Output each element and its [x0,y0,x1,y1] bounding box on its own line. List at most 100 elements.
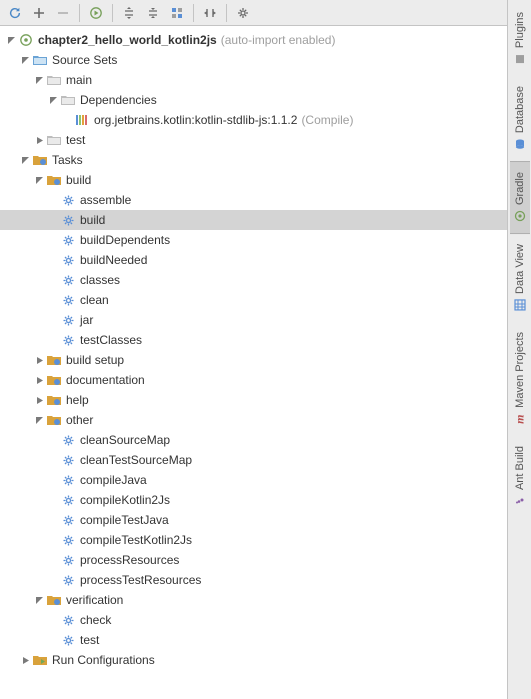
task-label: processTestResources [80,570,201,590]
node-label: Tasks [52,150,83,170]
dependency-scope: (Compile) [301,110,353,130]
disclosure-triangle-icon[interactable] [18,150,32,170]
task-item[interactable]: processTestResources [0,570,507,590]
task-item[interactable]: compileTestKotlin2Js [0,530,507,550]
disclosure-triangle-icon[interactable] [18,50,32,70]
disclosure-triangle-icon[interactable] [32,370,46,390]
node-label: main [66,70,92,90]
toggle-offline-button[interactable] [199,2,221,24]
gear-icon [60,512,76,528]
task-label: classes [80,270,120,290]
project-root-node[interactable]: chapter2_hello_world_kotlin2js (auto-imp… [0,30,507,50]
gear-icon [60,232,76,248]
disclosure-triangle-icon[interactable] [32,70,46,90]
data-view-icon [513,298,527,312]
disclosure-triangle-icon[interactable] [4,30,18,50]
node-label: build [66,170,91,190]
dependencies-node[interactable]: Dependencies [0,90,507,110]
task-group-other[interactable]: other [0,410,507,430]
task-item[interactable]: cleanTestSourceMap [0,450,507,470]
task-group-documentation[interactable]: documentation [0,370,507,390]
task-item[interactable]: build [0,210,507,230]
task-item[interactable]: testClasses [0,330,507,350]
node-label: help [66,390,89,410]
task-label: compileKotlin2Js [80,490,170,510]
task-item[interactable]: compileKotlin2Js [0,490,507,510]
collapse-all-button[interactable] [142,2,164,24]
gradle-tree[interactable]: chapter2_hello_world_kotlin2js (auto-imp… [0,26,507,670]
gradle-project-icon [18,32,34,48]
sourceset-main-node[interactable]: main [0,70,507,90]
task-item[interactable]: cleanSourceMap [0,430,507,450]
node-label: verification [66,590,123,610]
add-button[interactable] [28,2,50,24]
task-item[interactable]: classes [0,270,507,290]
disclosure-triangle-icon[interactable] [32,590,46,610]
sidebar-tab-maven[interactable]: m Maven Projects [510,322,530,436]
gear-icon [60,312,76,328]
project-name: chapter2_hello_world_kotlin2js [38,30,217,50]
disclosure-triangle-icon[interactable] [32,390,46,410]
node-label: documentation [66,370,145,390]
sidebar-tab-data-view[interactable]: Data View [510,234,530,322]
run-configurations-node[interactable]: Run Configurations [0,650,507,670]
maven-icon: m [513,412,527,426]
task-group-icon [46,352,62,368]
node-label: Run Configurations [52,650,155,670]
dependency-item[interactable]: org.jetbrains.kotlin:kotlin-stdlib-js:1.… [0,110,507,130]
task-group-verification[interactable]: verification [0,590,507,610]
task-label: compileJava [80,470,147,490]
database-icon [513,137,527,151]
task-label: jar [80,310,93,330]
sidebar-tab-gradle[interactable]: Gradle [510,161,530,234]
task-item[interactable]: jar [0,310,507,330]
gear-icon [60,332,76,348]
task-label: build [80,210,105,230]
disclosure-triangle-icon[interactable] [46,90,60,110]
gradle-icon [513,209,527,223]
show-dependencies-button[interactable] [166,2,188,24]
expand-all-button[interactable] [118,2,140,24]
task-item[interactable]: assemble [0,190,507,210]
disclosure-triangle-icon[interactable] [32,130,46,150]
gradle-toolbar [0,0,507,26]
tab-label: Gradle [514,172,526,205]
tasks-node[interactable]: Tasks [0,150,507,170]
task-label: cleanSourceMap [80,430,170,450]
task-item[interactable]: compileTestJava [0,510,507,530]
sidebar-tab-database[interactable]: Database [510,76,530,161]
task-label: buildNeeded [80,250,147,270]
task-label: testClasses [80,330,142,350]
task-item[interactable]: check [0,610,507,630]
task-item[interactable]: test [0,630,507,650]
task-group-icon [46,172,62,188]
task-group-build-setup[interactable]: build setup [0,350,507,370]
gear-icon [60,192,76,208]
refresh-button[interactable] [4,2,26,24]
source-sets-node[interactable]: Source Sets [0,50,507,70]
task-group-icon [46,412,62,428]
sourceset-test-node[interactable]: test [0,130,507,150]
sidebar-tab-plugins[interactable]: Plugins [510,2,530,76]
disclosure-triangle-icon[interactable] [18,650,32,670]
gradle-settings-button[interactable] [232,2,254,24]
task-item[interactable]: processResources [0,550,507,570]
task-group-help[interactable]: help [0,390,507,410]
node-label: Source Sets [52,50,117,70]
task-item[interactable]: buildDependents [0,230,507,250]
task-label: processResources [80,550,179,570]
task-item[interactable]: buildNeeded [0,250,507,270]
task-item[interactable]: clean [0,290,507,310]
folder-icon [32,52,48,68]
run-gradle-task-button[interactable] [85,2,107,24]
disclosure-triangle-icon[interactable] [32,170,46,190]
task-item[interactable]: compileJava [0,470,507,490]
task-label: clean [80,290,109,310]
disclosure-triangle-icon[interactable] [32,410,46,430]
task-group-icon [46,392,62,408]
sidebar-tab-ant[interactable]: Ant Build [510,436,530,518]
task-group-build[interactable]: build [0,170,507,190]
disclosure-triangle-icon[interactable] [32,350,46,370]
gear-icon [60,532,76,548]
remove-button[interactable] [52,2,74,24]
